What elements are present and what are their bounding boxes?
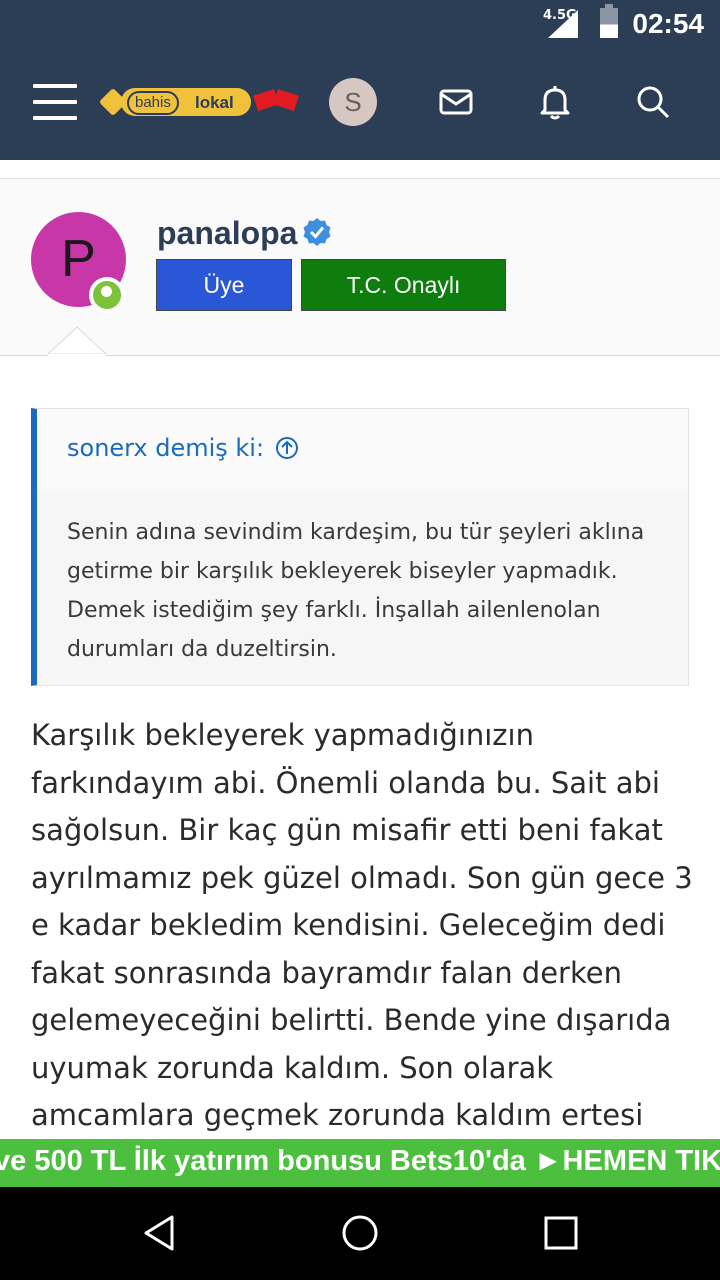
logo-word-bahis: bahis bbox=[127, 91, 179, 115]
ad-banner[interactable]: ve 500 TL İlk yatırım bonusu Bets10'da ►… bbox=[0, 1139, 720, 1187]
home-icon[interactable] bbox=[340, 1213, 380, 1253]
quote-header: sonerx demiş ki: bbox=[37, 409, 688, 489]
badge-member: Üye bbox=[156, 259, 292, 311]
user-avatar[interactable]: S bbox=[329, 78, 377, 126]
bell-icon[interactable] bbox=[533, 80, 577, 124]
profile-pointer bbox=[48, 326, 106, 356]
verified-icon bbox=[303, 218, 331, 246]
logo-word-lokal: lokal bbox=[195, 93, 234, 112]
user-profile-header: P panalopa Üye T.C. Onaylı bbox=[0, 178, 720, 356]
ad-text: ve 500 TL İlk yatırım bonusu Bets10'da ►… bbox=[0, 1145, 720, 1177]
turkish-flag-icon bbox=[273, 88, 299, 112]
mail-icon[interactable] bbox=[434, 80, 478, 124]
menu-icon[interactable] bbox=[33, 84, 77, 120]
logo-pill: bahis lokal bbox=[121, 88, 251, 116]
post-body: Karşılık bekleyerek yapmadığınızın farkı… bbox=[31, 718, 693, 1132]
status-bar: 4.5G 02:54 bbox=[0, 0, 720, 48]
quote-text: Senin adına sevindim kardeşim, bu tür şe… bbox=[67, 520, 645, 662]
clock: 02:54 bbox=[632, 8, 704, 39]
arrow-up-circle-icon[interactable] bbox=[275, 436, 299, 460]
nav-bar bbox=[0, 1187, 720, 1280]
back-icon[interactable] bbox=[140, 1213, 180, 1253]
quote-author[interactable]: sonerx demiş ki: bbox=[67, 434, 264, 462]
site-logo[interactable]: bahis lokal bbox=[98, 86, 303, 120]
recents-icon[interactable] bbox=[541, 1213, 581, 1253]
quote-block: sonerx demiş ki: Senin adına sevindim ka… bbox=[31, 408, 689, 686]
search-icon[interactable] bbox=[631, 80, 675, 124]
app-bar: bahis lokal S bbox=[0, 48, 720, 160]
online-status-icon bbox=[89, 277, 125, 313]
signal-icon bbox=[548, 10, 578, 38]
badge-verified-id: T.C. Onaylı bbox=[301, 259, 506, 311]
battery-icon bbox=[600, 4, 618, 38]
author-username[interactable]: panalopa bbox=[157, 215, 297, 252]
